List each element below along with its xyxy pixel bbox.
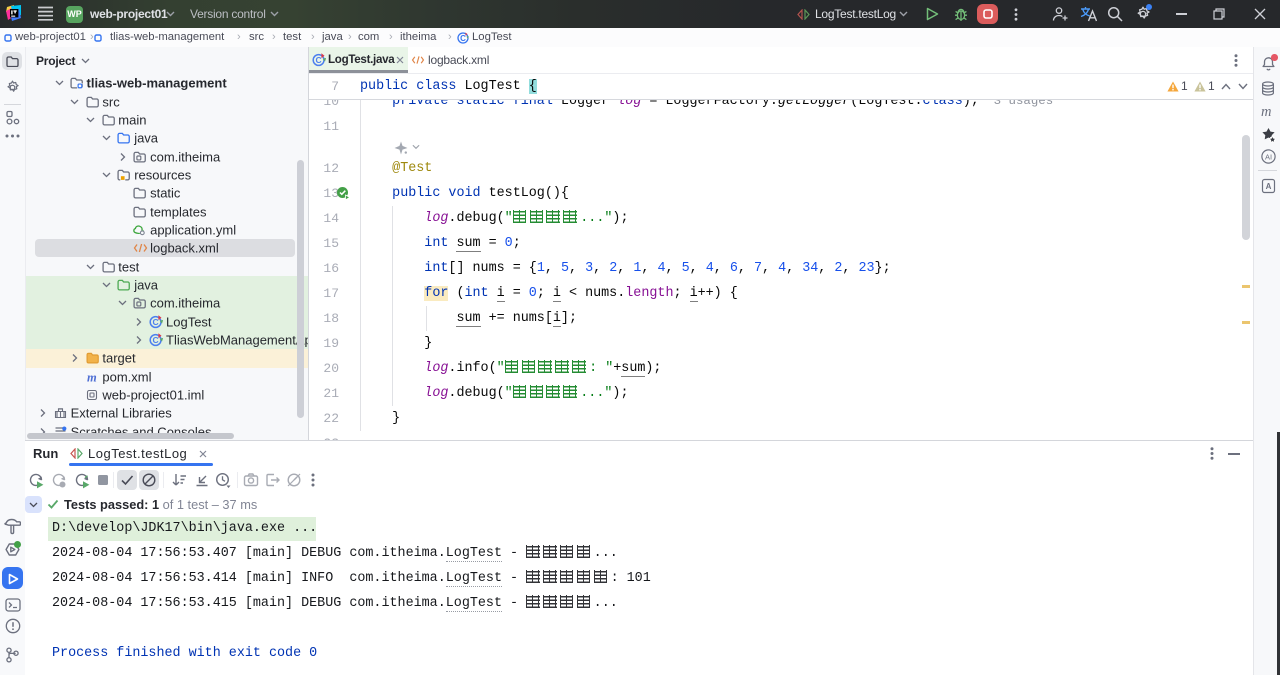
- svg-text:C: C: [153, 317, 159, 327]
- svg-text:m: m: [87, 371, 97, 383]
- svg-text:C: C: [316, 55, 322, 65]
- svg-text:C: C: [460, 34, 466, 43]
- svg-text:AI: AI: [1265, 152, 1272, 161]
- svg-text:A: A: [1266, 182, 1272, 191]
- svg-text:C: C: [153, 335, 159, 345]
